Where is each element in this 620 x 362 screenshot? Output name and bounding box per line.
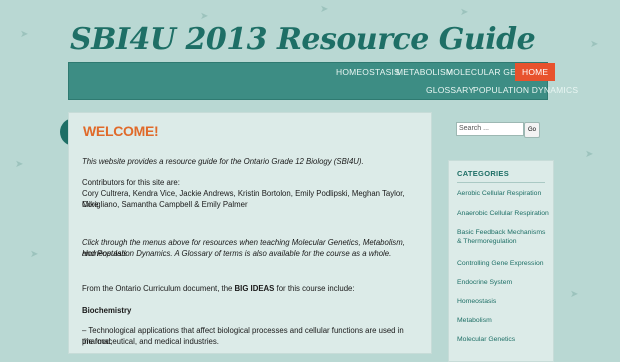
fish-pattern-icon: ➤	[585, 149, 594, 160]
search-input[interactable]: Search ...	[456, 122, 524, 136]
curriculum-text-post: for this course include:	[274, 284, 355, 293]
biochemistry-heading: Biochemistry	[82, 305, 416, 316]
category-link[interactable]: Endocrine System	[457, 278, 549, 287]
contributors-label: Contributors for this site are:	[82, 178, 180, 187]
fish-pattern-icon: ➤	[20, 29, 29, 40]
contributors-line-2: Corigliano, Samantha Campbell & Emily Pa…	[82, 200, 248, 209]
search-go-button[interactable]: Go	[524, 122, 540, 138]
biochemistry-heading-label: Biochemistry	[82, 306, 132, 315]
main-content: WELCOME! This website provides a resourc…	[68, 112, 432, 354]
sidebar: Search ... Go CATEGORIES Aerobic Cellula…	[448, 112, 554, 362]
category-link[interactable]: Controlling Gene Expression	[457, 259, 549, 268]
category-link[interactable]: Homeostasis	[457, 297, 549, 306]
categories-widget: CATEGORIES Aerobic Cellular Respiration …	[448, 160, 554, 362]
categories-title: CATEGORIES	[457, 169, 510, 178]
fish-pattern-icon: ➤	[590, 39, 599, 50]
category-link[interactable]: Aerobic Cellular Respiration	[457, 189, 549, 198]
fish-pattern-icon: ➤	[570, 289, 579, 300]
click-text-line-2: and Population Dynamics. A Glossary of t…	[82, 249, 392, 258]
nav-item-population-dynamics[interactable]: POPULATION DYNAMICS	[466, 81, 585, 99]
big-ideas-label: BIG IDEAS	[234, 284, 275, 293]
biochemistry-text-line-2: pharmaceutical, and medical industries.	[82, 337, 219, 346]
fish-pattern-icon: ➤	[200, 11, 209, 22]
site-title[interactable]: SBI4U 2013 Resource Guide	[70, 22, 536, 57]
fish-pattern-icon: ➤	[15, 159, 24, 170]
intro-text: This website provides a resource guide f…	[82, 157, 364, 166]
category-link[interactable]: Metabolism	[457, 316, 549, 325]
curriculum-text: From the Ontario Curriculum document, th…	[82, 283, 416, 294]
curriculum-text-pre: From the Ontario Curriculum document, th…	[82, 284, 235, 293]
page-title: WELCOME!	[83, 123, 159, 139]
fish-pattern-icon: ➤	[30, 249, 39, 260]
category-link[interactable]: Anaerobic Cellular Respiration	[457, 209, 549, 218]
category-link[interactable]: Basic Feedback Mechanisms & Thermoregula…	[457, 228, 549, 246]
nav-item-home[interactable]: HOME	[515, 63, 556, 81]
fish-pattern-icon: ➤	[320, 4, 329, 15]
main-nav: HOMEOSTASIS METABOLISM MOLECULAR GENETIC…	[68, 62, 578, 100]
fish-pattern-icon: ➤	[460, 7, 469, 18]
divider	[457, 182, 545, 183]
